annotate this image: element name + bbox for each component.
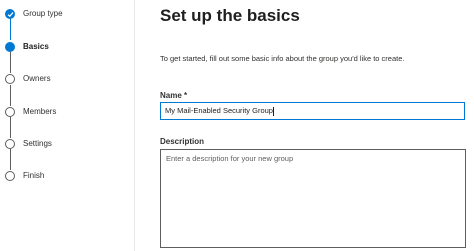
step-circle-icon bbox=[5, 171, 15, 181]
checkmark-icon bbox=[5, 9, 15, 19]
step-label: Members bbox=[23, 107, 57, 116]
step-finish[interactable]: Finish bbox=[0, 170, 134, 186]
step-group-type[interactable]: Group type bbox=[0, 8, 134, 24]
current-step-icon bbox=[5, 42, 15, 52]
step-label: Finish bbox=[23, 171, 45, 180]
step-owners[interactable]: Owners bbox=[0, 73, 134, 89]
description-field-label: Description bbox=[160, 137, 205, 146]
sidebar-divider bbox=[134, 0, 135, 251]
step-circle-icon bbox=[5, 74, 15, 84]
name-field-value: My Mail-Enabled Security Group bbox=[165, 106, 273, 115]
main-content: Set up the basics To get started, fill o… bbox=[160, 0, 474, 251]
step-basics[interactable]: Basics bbox=[0, 41, 134, 57]
wizard-steps-nav: Group type Basics Owners Members Setting… bbox=[0, 0, 134, 251]
intro-text: To get started, fill out some basic info… bbox=[160, 54, 405, 63]
name-field[interactable]: My Mail-Enabled Security Group bbox=[160, 102, 465, 120]
step-label: Settings bbox=[23, 139, 52, 148]
step-label: Group type bbox=[23, 9, 63, 18]
step-label: Owners bbox=[23, 74, 51, 83]
description-field[interactable]: Enter a description for your new group bbox=[160, 149, 466, 248]
step-settings[interactable]: Settings bbox=[0, 138, 134, 154]
step-circle-icon bbox=[5, 139, 15, 149]
step-circle-icon bbox=[5, 107, 15, 117]
text-caret bbox=[272, 106, 274, 116]
page-title: Set up the basics bbox=[160, 6, 300, 25]
description-placeholder: Enter a description for your new group bbox=[166, 154, 294, 163]
step-label: Basics bbox=[23, 42, 49, 51]
name-field-label: Name * bbox=[160, 91, 188, 100]
step-members[interactable]: Members bbox=[0, 106, 134, 122]
